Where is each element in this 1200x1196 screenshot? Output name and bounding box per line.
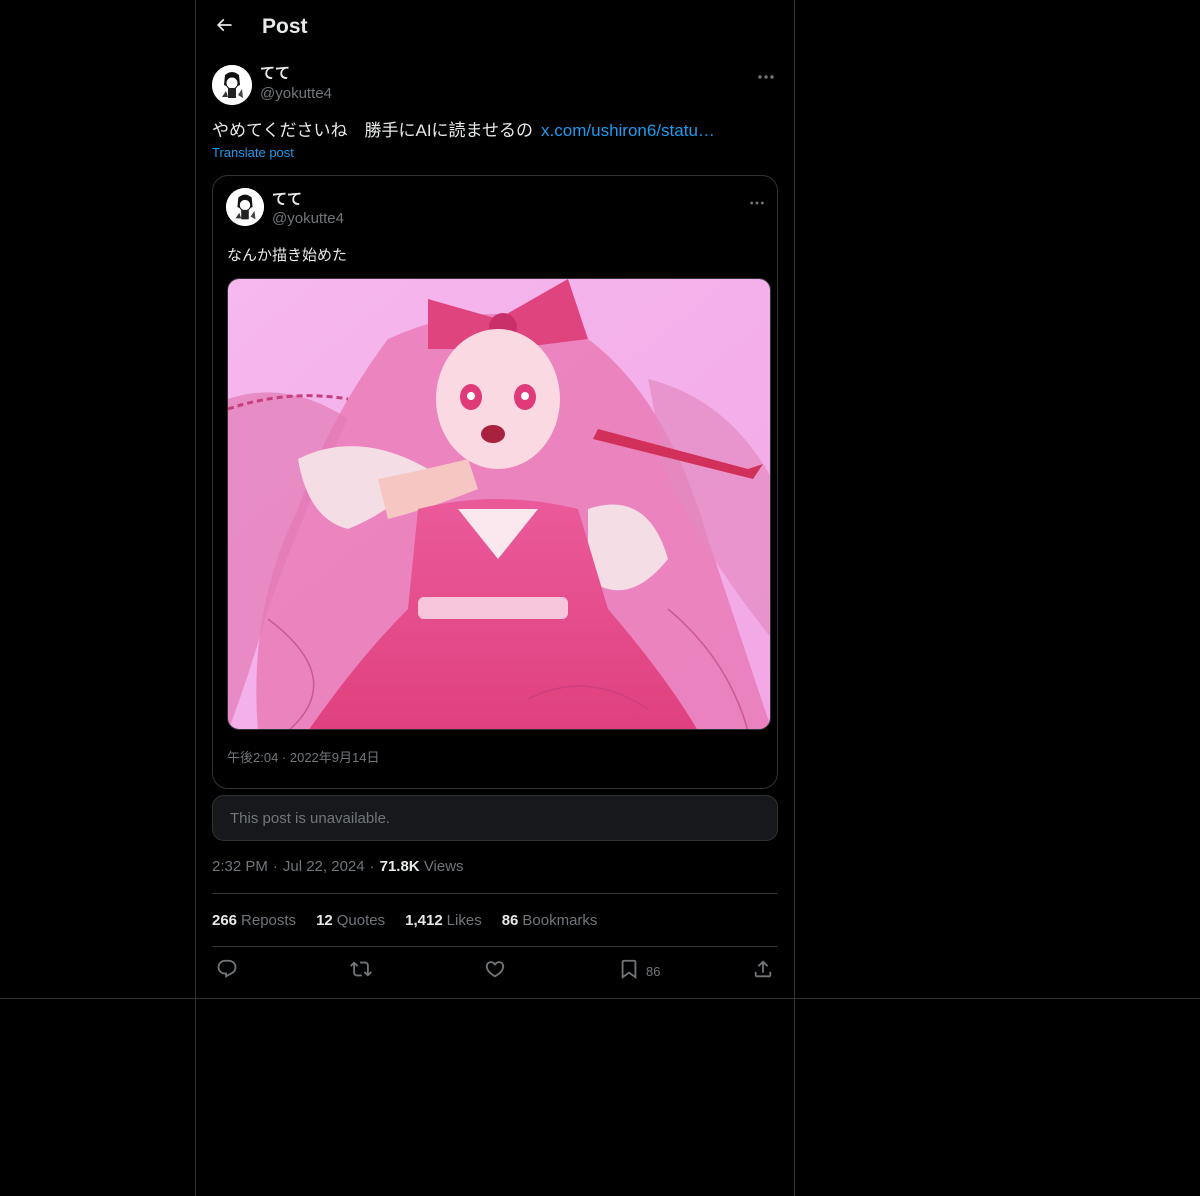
meta-separator: · [369, 858, 375, 875]
stat-likes[interactable]: 1,412 Likes [405, 912, 482, 929]
post-link[interactable]: x.com/ushiron6/statu… [541, 121, 715, 140]
divider [212, 946, 778, 947]
views-count: 71.8K [379, 858, 420, 875]
author-meta: てて @yokutte4 [260, 62, 332, 104]
stat-quotes[interactable]: 12 Quotes [316, 912, 385, 929]
more-horizontal-icon [757, 67, 775, 85]
quote-text: なんか描き始めた [227, 247, 348, 264]
bookmark-count: 86 [646, 963, 661, 979]
meta-separator: · [272, 858, 278, 875]
post-meta: 2:32 PM · Jul 22, 2024 · 71.8K Views [212, 858, 464, 875]
stat-reposts[interactable]: 266 Reposts [212, 912, 296, 929]
main-post: てて @yokutte4 やめてくださいね 勝手にAIに読ませるの x.com/u… [212, 62, 778, 979]
stat-bookmarks[interactable]: 86 Bookmarks [502, 912, 598, 929]
reply-icon [216, 958, 238, 985]
post-author: てて @yokutte4 [212, 62, 778, 110]
bookmark-button[interactable]: 86 [618, 958, 660, 984]
quote-more-button[interactable] [745, 192, 769, 212]
author-handle[interactable]: @yokutte4 [260, 84, 332, 104]
quote-author-meta: てて @yokutte4 [272, 188, 344, 228]
post-time[interactable]: 2:32 PM [212, 858, 268, 875]
back-button[interactable] [206, 9, 242, 45]
post-text: やめてくださいね 勝手にAIに読ませるの x.com/ushiron6/statu… [212, 120, 778, 142]
translate-post-link[interactable]: Translate post [212, 145, 294, 160]
heart-icon [484, 958, 506, 985]
share-button[interactable] [752, 958, 774, 984]
quote-image[interactable] [227, 278, 771, 730]
stat-count: 12 [316, 912, 333, 929]
divider [212, 893, 778, 894]
views-label: Views [423, 858, 464, 875]
unavailable-post-notice: This post is unavailable. [212, 795, 778, 841]
like-button[interactable] [484, 958, 506, 984]
stat-label: Likes [446, 912, 482, 929]
bookmark-icon [618, 958, 640, 985]
stat-count: 1,412 [405, 912, 443, 929]
arrow-left-icon [214, 15, 234, 40]
quote-avatar[interactable] [226, 188, 264, 226]
quoted-post[interactable]: てて @yokutte4 なんか描き始めた 午後2:04 · 2022年9月14… [212, 175, 778, 789]
more-horizontal-icon [749, 193, 765, 211]
stat-count: 266 [212, 912, 238, 929]
quote-timestamp: 午後2:04 · 2022年9月14日 [227, 750, 380, 765]
stat-label: Quotes [336, 912, 386, 929]
post-date[interactable]: Jul 22, 2024 [283, 858, 365, 875]
page-title: Post [262, 15, 308, 38]
more-button[interactable] [754, 66, 778, 86]
stat-label: Reposts [241, 912, 297, 929]
engagement-stats: 266 Reposts 12 Quotes 1,412 Likes 86 Bookmar… [212, 912, 597, 929]
page-header: Post [212, 0, 780, 54]
stat-count: 86 [501, 912, 519, 929]
repost-icon [350, 958, 372, 985]
repost-button[interactable] [350, 958, 372, 984]
author-name[interactable]: てて [260, 64, 332, 84]
avatar[interactable] [212, 65, 252, 105]
action-bar: 86 [212, 958, 778, 986]
stat-label: Bookmarks [522, 912, 598, 929]
quote-author-name: てて [272, 191, 303, 208]
divider [0, 998, 1200, 999]
post-text-body: やめてくださいね 勝手にAIに読ませるの [212, 121, 534, 140]
reply-button[interactable] [216, 958, 238, 984]
main-column: Post てて @yokutte4 やめてくださいね 勝手にAIに読ませるの x… [195, 0, 795, 1196]
quote-author: てて @yokutte4 [226, 188, 344, 228]
share-icon [752, 958, 774, 985]
quote-author-handle: @yokutte4 [272, 210, 344, 227]
